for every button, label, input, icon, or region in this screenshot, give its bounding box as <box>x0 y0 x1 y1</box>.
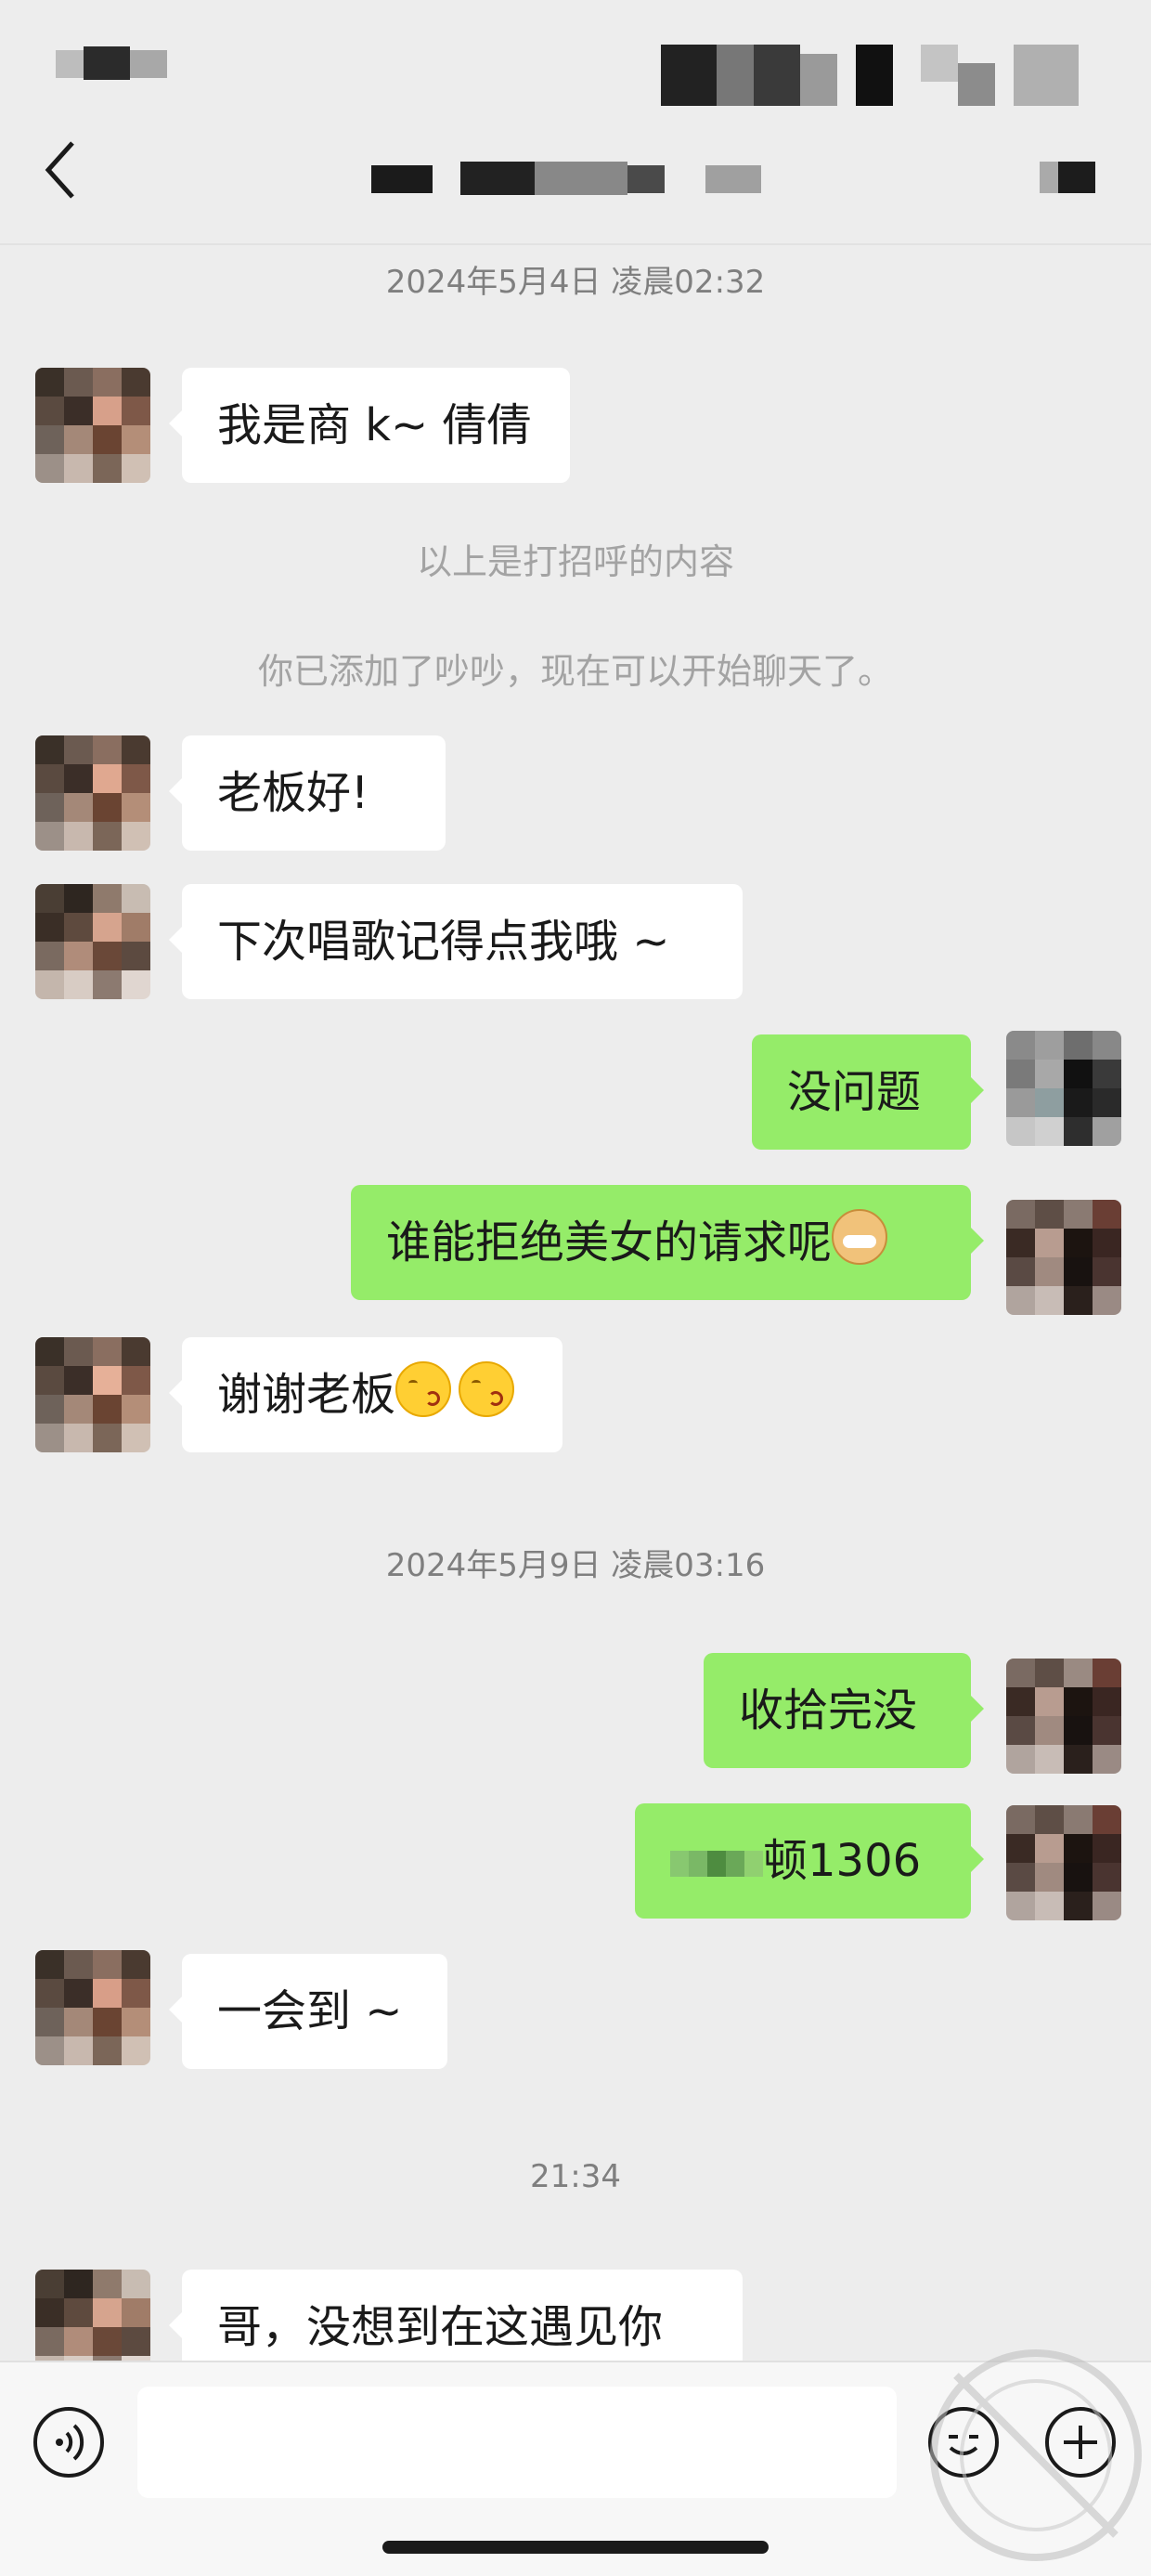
system-message: 你已添加了吵吵，现在可以开始聊天了。 <box>257 651 893 692</box>
message-bubble-incoming[interactable]: 谢谢老板 <box>169 1337 563 1452</box>
message-text: 一会到 ~ <box>217 1985 403 2037</box>
message-bubble-incoming[interactable]: 下次唱歌记得点我哦 ~ <box>169 884 743 999</box>
timestamp: 21:34 <box>530 2158 621 2195</box>
redacted-text <box>670 1838 763 1890</box>
contact-avatar[interactable] <box>35 735 150 851</box>
my-avatar[interactable] <box>1006 1031 1121 1146</box>
chat-header <box>0 0 1151 245</box>
contact-avatar[interactable] <box>35 884 150 999</box>
back-button[interactable] <box>39 137 82 202</box>
message-bubble-incoming[interactable]: 我是商 k~ 倩倩 <box>169 368 570 483</box>
chat-title-blur <box>371 160 780 195</box>
home-indicator[interactable] <box>382 2541 769 2554</box>
message-bubble-outgoing[interactable]: 没问题 <box>752 1034 984 1150</box>
my-avatar[interactable] <box>1006 1200 1121 1315</box>
message-text: 没问题 <box>787 1066 922 1118</box>
message-text: 我是商 k~ 倩倩 <box>217 399 532 451</box>
chevron-left-icon <box>45 141 74 199</box>
timestamp: 2024年5月4日 凌晨02:32 <box>385 264 766 301</box>
voice-icon <box>56 2424 84 2461</box>
contact-avatar[interactable] <box>35 1337 150 1452</box>
kissing-face-emoji-icon <box>395 1361 452 1417</box>
message-text: 顿1306 <box>763 1835 922 1887</box>
message-text: 下次唱歌记得点我哦 ~ <box>217 916 670 968</box>
watermark-stamp <box>930 2349 1142 2561</box>
message-input[interactable] <box>137 2387 897 2498</box>
my-avatar[interactable] <box>1006 1659 1121 1774</box>
timestamp: 2024年5月9日 凌晨03:16 <box>385 1547 766 1584</box>
more-button-blur[interactable] <box>1040 162 1095 193</box>
doge-emoji-icon <box>832 1209 888 1265</box>
status-bar-blur-left <box>56 46 175 80</box>
message-text: 谁能拒绝美女的请求呢 <box>386 1216 833 1268</box>
message-bubble-incoming[interactable]: 老板好! <box>169 735 446 851</box>
contact-avatar[interactable] <box>35 1950 150 2065</box>
system-message: 以上是打招呼的内容 <box>416 541 734 582</box>
message-bubble-outgoing[interactable]: 顿1306 <box>635 1803 984 1919</box>
kissing-face-emoji-icon <box>459 1361 515 1417</box>
voice-button[interactable] <box>33 2407 104 2478</box>
message-bubble-outgoing[interactable]: 收拾完没 <box>704 1653 984 1768</box>
message-bubble-incoming[interactable]: 一会到 ~ <box>169 1954 447 2069</box>
message-text: 谢谢老板 <box>217 1369 396 1421</box>
message-text: 收拾完没 <box>739 1685 918 1737</box>
message-text: 老板好! <box>217 767 369 819</box>
status-bar-blur-right <box>661 45 1106 106</box>
message-bubble-outgoing[interactable]: 谁能拒绝美女的请求呢 <box>351 1185 984 1300</box>
message-text: 哥，没想到在这遇见你 <box>217 2301 664 2353</box>
contact-avatar[interactable] <box>35 368 150 483</box>
my-avatar[interactable] <box>1006 1805 1121 1920</box>
